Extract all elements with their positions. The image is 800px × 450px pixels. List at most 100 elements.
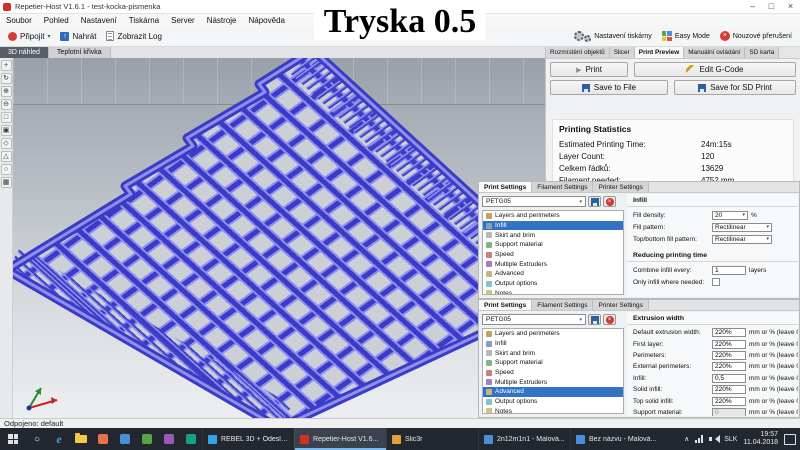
- top-bottom-fill-pattern-select[interactable]: Rectilinear ▾: [712, 235, 772, 244]
- tree-item-skirt[interactable]: Skirt and brim: [483, 348, 623, 358]
- viewport-3d[interactable]: [13, 58, 545, 418]
- solid-infill-width-input[interactable]: [712, 385, 746, 394]
- tree-item-layers[interactable]: Layers and perimeters: [483, 211, 623, 221]
- printer-settings-button[interactable]: Nastavení tiskárny: [569, 29, 657, 44]
- tab-sd-card[interactable]: SD karta: [745, 47, 779, 58]
- fill-density-select[interactable]: 20 ▾: [712, 211, 748, 220]
- task-paint-1[interactable]: 2n12m1n1 - Malová...: [478, 428, 570, 450]
- tool-move-icon[interactable]: +: [1, 60, 12, 71]
- default-extrusion-width-input[interactable]: [712, 328, 746, 337]
- delete-preset-button[interactable]: ×: [603, 196, 616, 207]
- tool-layer-view-icon[interactable]: ▦: [1, 177, 12, 188]
- maximize-button[interactable]: □: [762, 0, 781, 13]
- pinned-app-button[interactable]: [158, 428, 180, 450]
- task-repetier-host[interactable]: Repetier-Host V1.6...: [294, 428, 386, 450]
- speaker-icon[interactable]: [709, 435, 718, 443]
- tree-item-speed[interactable]: Speed: [483, 250, 623, 260]
- tree-item-extruders[interactable]: Multiple Extruders: [483, 259, 623, 269]
- tab-print-preview[interactable]: Print Preview: [635, 47, 685, 58]
- tab-slicer[interactable]: Slicer: [610, 47, 635, 58]
- tab-filament-settings[interactable]: Filament Settings: [532, 182, 593, 192]
- connect-button[interactable]: Připojit ▾: [3, 30, 55, 43]
- tab-object-placement[interactable]: Rozmístění objektů: [546, 47, 610, 58]
- pinned-app-button[interactable]: [136, 428, 158, 450]
- pinned-app-button[interactable]: [114, 428, 136, 450]
- tree-item-support[interactable]: Support material: [483, 358, 623, 368]
- start-button[interactable]: [0, 428, 26, 450]
- taskbar-clock[interactable]: 19:57 11.04.2018: [743, 431, 778, 447]
- language-indicator[interactable]: SLK: [724, 436, 737, 443]
- tree-item-advanced[interactable]: Advanced: [483, 269, 623, 279]
- tool-fit-view-icon[interactable]: □: [1, 112, 12, 123]
- tab-3d-view[interactable]: 3D náhled: [0, 47, 49, 58]
- save-for-sd-button[interactable]: Save for SD Print: [674, 80, 796, 95]
- tab-filament-settings[interactable]: Filament Settings: [532, 300, 593, 310]
- tree-item-notes[interactable]: Notes: [483, 289, 623, 296]
- tab-print-settings[interactable]: Print Settings: [479, 300, 532, 310]
- tree-item-speed[interactable]: Speed: [483, 368, 623, 378]
- tool-rotate-icon[interactable]: ↻: [1, 73, 12, 84]
- tab-manual-control[interactable]: Manuální ovládání: [684, 47, 745, 58]
- task-paint-2[interactable]: Bez názvu - Malová...: [570, 428, 662, 450]
- tab-print-settings[interactable]: Print Settings: [479, 182, 532, 192]
- load-button[interactable]: ↑ Nahrát: [55, 30, 101, 43]
- menu-nastroje[interactable]: Nástroje: [201, 16, 243, 25]
- minimize-button[interactable]: –: [743, 0, 762, 13]
- delete-preset-button[interactable]: ×: [603, 314, 616, 325]
- tree-item-layers[interactable]: Layers and perimeters: [483, 329, 623, 339]
- infill-width-input[interactable]: [712, 374, 746, 383]
- tool-front-view-icon[interactable]: △: [1, 151, 12, 162]
- first-layer-width-input[interactable]: [712, 340, 746, 349]
- only-infill-where-needed-checkbox[interactable]: [712, 278, 720, 286]
- menu-nastaveni[interactable]: Nastavení: [75, 16, 123, 25]
- tree-item-skirt[interactable]: Skirt and brim: [483, 230, 623, 240]
- tree-item-infill[interactable]: Infill: [483, 221, 623, 231]
- tree-item-support[interactable]: Support material: [483, 240, 623, 250]
- menu-server[interactable]: Server: [165, 16, 201, 25]
- task-slic3r[interactable]: Slic3r: [386, 428, 478, 450]
- pinned-app-button[interactable]: [92, 428, 114, 450]
- tree-item-output[interactable]: Output options: [483, 279, 623, 289]
- tree-item-notes[interactable]: Notes: [483, 407, 623, 415]
- tool-top-view-icon[interactable]: ▣: [1, 125, 12, 136]
- menu-napoveda[interactable]: Nápověda: [243, 16, 291, 25]
- pinned-edge-button[interactable]: e: [48, 428, 70, 450]
- tool-zoom-in-icon[interactable]: ⊕: [1, 86, 12, 97]
- top-solid-infill-width-input[interactable]: [712, 397, 746, 406]
- emergency-stop-button[interactable]: × Nouzové přerušení: [715, 29, 797, 43]
- save-to-file-button[interactable]: Save to File: [550, 80, 668, 95]
- task-rebel3d[interactable]: REBEL 3D + Odeslat...: [202, 428, 294, 450]
- tool-iso-view-icon[interactable]: ◇: [1, 138, 12, 149]
- network-icon[interactable]: [695, 435, 703, 443]
- menu-tiskarna[interactable]: Tiskárna: [123, 16, 165, 25]
- notification-center-icon[interactable]: [784, 434, 796, 445]
- tree-item-extruders[interactable]: Multiple Extruders: [483, 377, 623, 387]
- fill-pattern-select[interactable]: Rectilinear ▾: [712, 223, 772, 232]
- perimeters-width-input[interactable]: [712, 351, 746, 360]
- tree-item-advanced[interactable]: Advanced: [483, 387, 623, 397]
- show-log-button[interactable]: Zobrazit Log: [101, 29, 166, 43]
- support-material-width-input[interactable]: [712, 408, 746, 416]
- preset-select[interactable]: PETG05 ▾: [482, 196, 586, 207]
- preset-select[interactable]: PETG05 ▾: [482, 314, 586, 325]
- combine-infill-input[interactable]: [712, 266, 746, 275]
- tree-item-output[interactable]: Output options: [483, 397, 623, 407]
- external-perimeters-width-input[interactable]: [712, 362, 746, 371]
- pinned-app-button[interactable]: [180, 428, 202, 450]
- edit-gcode-button[interactable]: Edit G-Code: [634, 62, 796, 77]
- tool-zoom-out-icon[interactable]: ⊖: [1, 99, 12, 110]
- easy-mode-button[interactable]: Easy Mode: [657, 29, 715, 43]
- tool-side-view-icon[interactable]: ○: [1, 164, 12, 175]
- tab-printer-settings[interactable]: Printer Settings: [593, 300, 648, 310]
- search-button[interactable]: ○: [26, 434, 48, 445]
- pinned-folder-button[interactable]: [70, 428, 92, 450]
- print-button[interactable]: ▶ Print: [550, 62, 628, 77]
- menu-pohled[interactable]: Pohled: [38, 16, 75, 25]
- tab-temp-curve[interactable]: Teplotní křivka: [49, 47, 111, 58]
- save-preset-button[interactable]: [588, 196, 601, 207]
- menu-soubor[interactable]: Soubor: [0, 16, 38, 25]
- tree-item-infill[interactable]: Infill: [483, 339, 623, 349]
- tray-chevron-up-icon[interactable]: ∧: [684, 435, 689, 443]
- tab-printer-settings[interactable]: Printer Settings: [593, 182, 648, 192]
- save-preset-button[interactable]: [588, 314, 601, 325]
